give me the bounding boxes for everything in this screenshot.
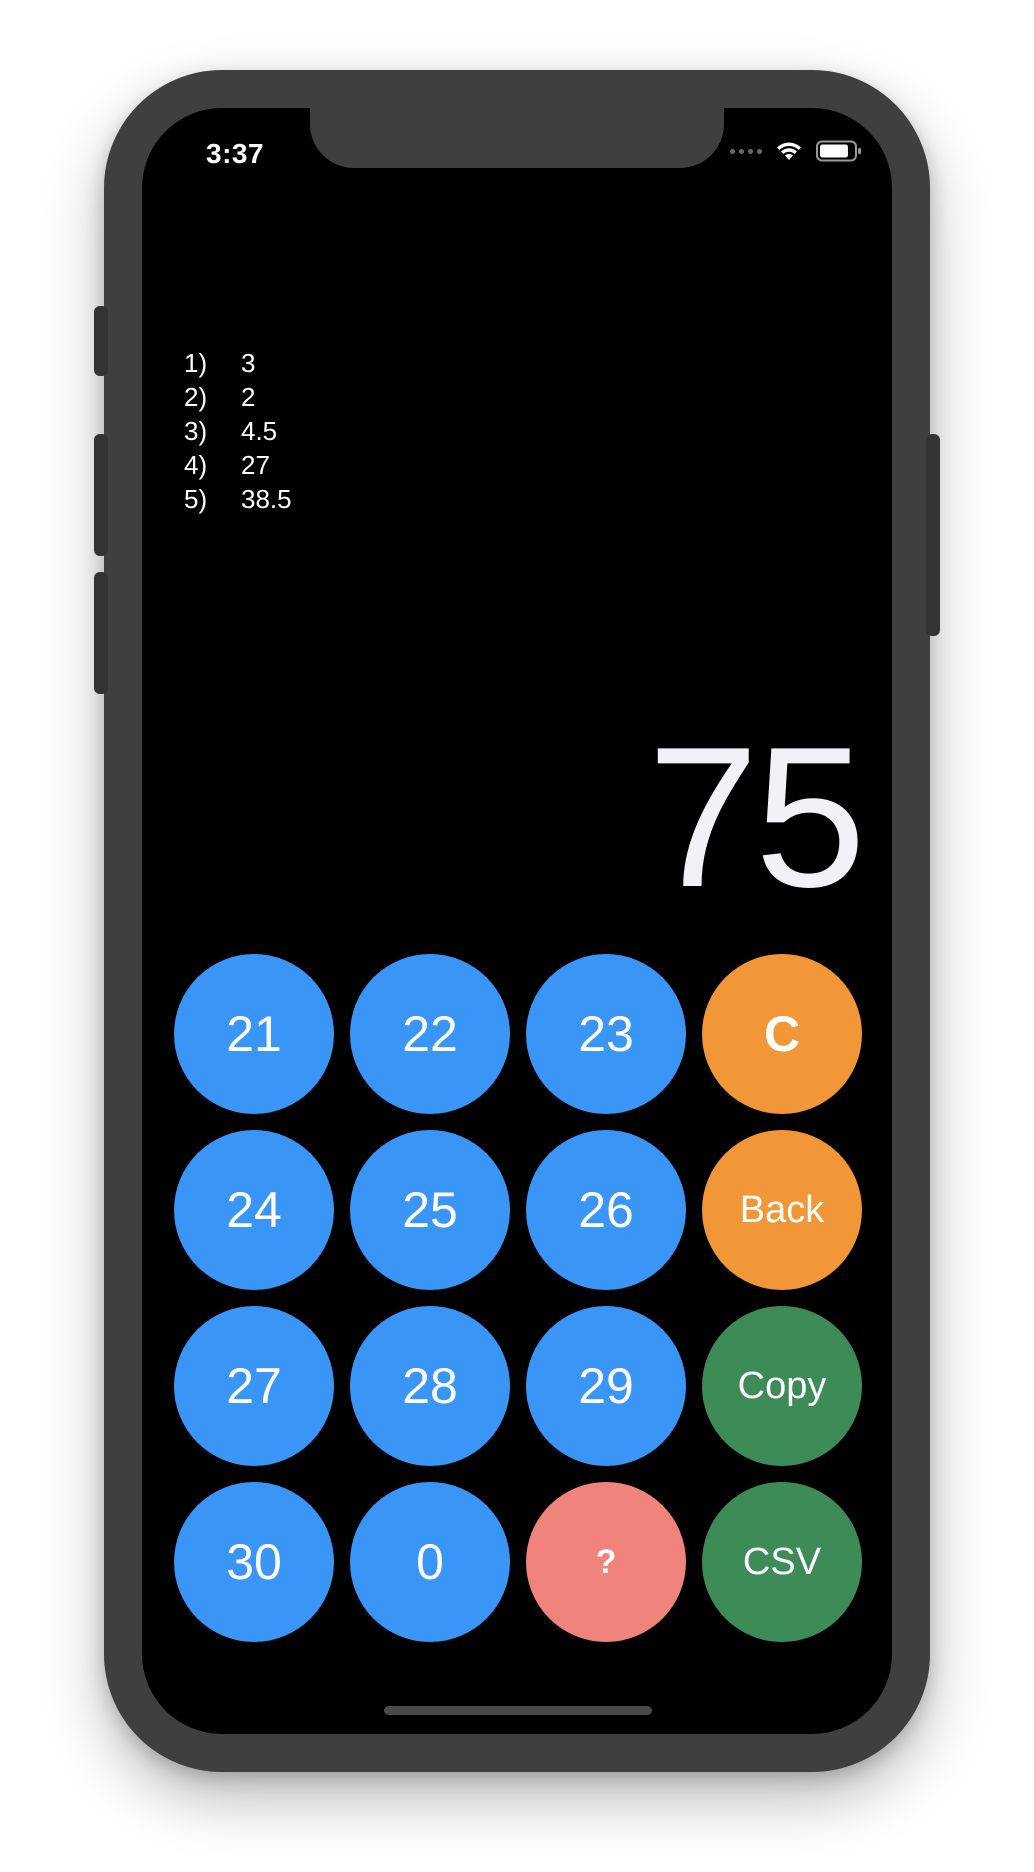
history-item: 1) 3	[184, 346, 292, 380]
history-index: 3)	[184, 416, 208, 446]
key-21[interactable]: 21	[174, 954, 334, 1114]
key-0[interactable]: 0	[350, 1482, 510, 1642]
key-25[interactable]: 25	[350, 1130, 510, 1290]
history-index: 1)	[184, 348, 208, 378]
key-26[interactable]: 26	[526, 1130, 686, 1290]
help-button[interactable]: ?	[526, 1482, 686, 1642]
status-time: 3:37	[206, 138, 265, 169]
home-indicator[interactable]	[384, 1706, 652, 1715]
key-29[interactable]: 29	[526, 1306, 686, 1466]
history-index: 2)	[184, 382, 208, 412]
history-value: 2	[241, 382, 256, 412]
key-22[interactable]: 22	[350, 954, 510, 1114]
history-index: 5)	[184, 484, 208, 514]
history-value: 38.5	[241, 484, 292, 514]
key-24[interactable]: 24	[174, 1130, 334, 1290]
csv-button[interactable]: CSV	[702, 1482, 862, 1642]
cellular-signal-icon	[730, 148, 762, 154]
key-23[interactable]: 23	[526, 954, 686, 1114]
volume-down-button	[94, 572, 108, 694]
app-screen: 3:37 1) 3 2) 2 3) 4.5 4) 27 5) 38.5 75 2…	[142, 108, 892, 1734]
power-button	[926, 434, 940, 636]
history-item: 2) 2	[184, 380, 292, 414]
key-30[interactable]: 30	[174, 1482, 334, 1642]
display-value: 75	[647, 706, 866, 929]
battery-icon	[816, 140, 861, 162]
history-value: 4.5	[241, 416, 278, 446]
history-value: 3	[241, 348, 256, 378]
history-index: 4)	[184, 450, 208, 480]
history-value: 27	[241, 450, 270, 480]
volume-up-button	[94, 434, 108, 556]
history-list: 1) 3 2) 2 3) 4.5 4) 27 5) 38.5	[184, 346, 292, 516]
clear-button[interactable]: C	[702, 954, 862, 1114]
device-mockup: 3:37 1) 3 2) 2 3) 4.5 4) 27 5) 38.5 75 2…	[0, 0, 1034, 1872]
back-button[interactable]: Back	[702, 1130, 862, 1290]
history-item: 3) 4.5	[184, 414, 292, 448]
status-icons	[730, 140, 862, 162]
copy-button[interactable]: Copy	[702, 1306, 862, 1466]
wifi-icon	[777, 142, 801, 160]
history-item: 4) 27	[184, 448, 292, 482]
key-28[interactable]: 28	[350, 1306, 510, 1466]
key-27[interactable]: 27	[174, 1306, 334, 1466]
notch	[310, 108, 724, 168]
history-item: 5) 38.5	[184, 482, 292, 516]
keypad: 21 22 23 C 24 25 26 Back 27 28 29 Copy 3…	[174, 954, 864, 1642]
silent-switch	[94, 306, 108, 376]
